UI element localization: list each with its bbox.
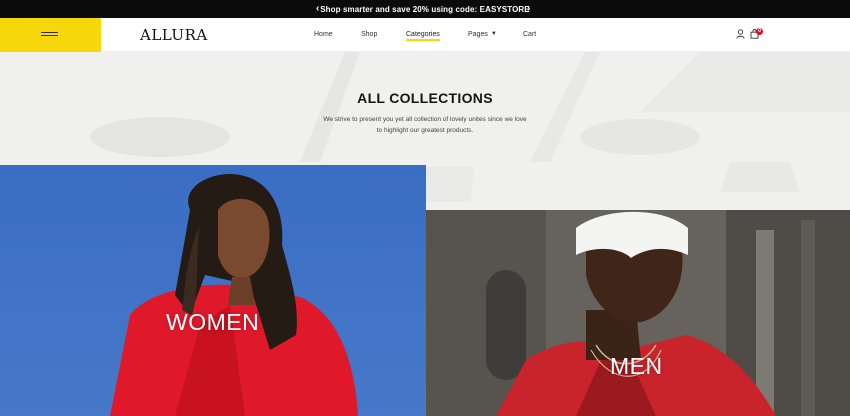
nav-item-pages-label: Pages xyxy=(468,31,488,38)
collection-label-men: MEN xyxy=(610,353,663,379)
nav-item-shop[interactable]: Shop xyxy=(361,31,377,38)
women-collection-image xyxy=(0,165,426,416)
nav-item-cart[interactable]: Cart xyxy=(523,31,536,38)
page-title: ALL COLLECTIONS xyxy=(357,90,493,106)
chevron-right-icon[interactable]: › xyxy=(527,3,530,15)
collection-card-men[interactable]: MEN xyxy=(426,210,850,416)
user-icon[interactable] xyxy=(736,29,745,39)
menu-toggle-button[interactable] xyxy=(0,18,101,52)
collection-label-women: WOMEN xyxy=(166,309,260,335)
announcement-bar: ‹ Shop smarter and save 20% using code: … xyxy=(0,0,850,18)
page-description: We strive to present you yet all collect… xyxy=(323,116,527,134)
hamburger-icon xyxy=(41,32,58,38)
collections-hero: ALL COLLECTIONS We strive to present you… xyxy=(0,52,850,416)
site-logo[interactable]: ALLURA xyxy=(140,26,208,44)
nav-item-categories[interactable]: Categories xyxy=(406,31,440,41)
collection-card-women[interactable]: WOMEN xyxy=(0,165,426,416)
men-collection-image xyxy=(426,210,850,416)
announcement-text: Shop smarter and save 20% using code: EA… xyxy=(320,4,530,14)
nav-item-pages[interactable]: Pages ▼ xyxy=(468,31,497,38)
chevron-left-icon[interactable]: ‹ xyxy=(316,3,319,15)
caret-down-icon: ▼ xyxy=(490,31,497,37)
cart-count-badge: 0 xyxy=(756,28,763,35)
nav-item-home[interactable]: Home xyxy=(314,31,333,38)
site-header: ALLURA Home Shop Categories Pages ▼ Cart … xyxy=(0,18,850,52)
